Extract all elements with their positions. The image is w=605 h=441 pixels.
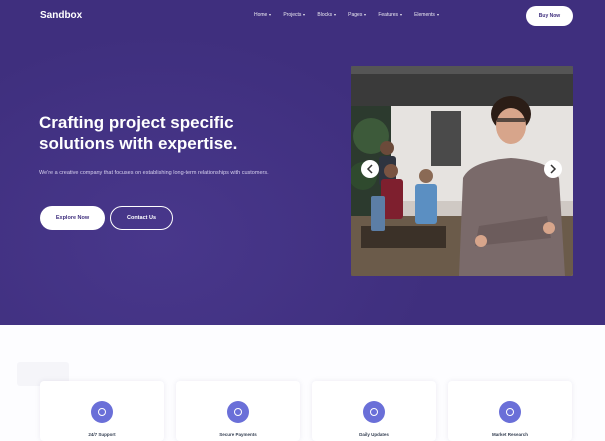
refresh-icon <box>363 401 385 423</box>
carousel-prev-arrow[interactable] <box>361 160 379 178</box>
feature-card-payments[interactable]: Secure Payments <box>176 381 300 441</box>
chevron-down-icon <box>334 14 337 16</box>
buy-now-button[interactable]: Buy Now <box>526 6 573 26</box>
hero-team-photo <box>351 66 573 276</box>
nav-item-elements[interactable]: Elements <box>414 12 439 18</box>
nav-item-features[interactable]: Features <box>378 12 403 18</box>
explore-now-button[interactable]: Explore Now <box>40 206 105 230</box>
hero-section: Sandbox Home Projects Blocks Pages Featu… <box>0 0 605 325</box>
chevron-down-icon <box>364 14 367 16</box>
hero-lead-text: We're a creative company that focuses on… <box>39 170 269 176</box>
phone-icon <box>91 401 113 423</box>
hero-headline: Crafting project specific solutions with… <box>39 113 238 153</box>
feature-card-research[interactable]: Market Research <box>448 381 572 441</box>
feature-card-title: Market Research <box>491 432 529 437</box>
carousel-next-arrow[interactable] <box>544 160 562 178</box>
navbar: Sandbox Home Projects Blocks Pages Featu… <box>0 0 605 34</box>
contact-us-button[interactable]: Contact Us <box>110 206 173 230</box>
chevron-down-icon <box>436 14 439 16</box>
nav-item-pages[interactable]: Pages <box>348 12 367 18</box>
brand-logo[interactable]: Sandbox <box>40 10 82 21</box>
chevron-down-icon <box>400 14 403 16</box>
chart-icon <box>499 401 521 423</box>
feature-card-title: 24/7 Support <box>88 432 116 437</box>
chevron-down-icon <box>269 14 272 16</box>
nav-item-blocks[interactable]: Blocks <box>317 12 337 18</box>
chevron-down-icon <box>303 14 306 16</box>
nav-item-home[interactable]: Home <box>254 12 272 18</box>
nav-item-projects[interactable]: Projects <box>283 12 306 18</box>
main-menu: Home Projects Blocks Pages Features Elem… <box>254 12 439 18</box>
feature-card-support[interactable]: 24/7 Support <box>40 381 164 441</box>
feature-card-title: Secure Payments <box>219 432 257 437</box>
feature-card-title: Daily Updates <box>359 432 389 437</box>
feature-card-updates[interactable]: Daily Updates <box>312 381 436 441</box>
shield-icon <box>227 401 249 423</box>
